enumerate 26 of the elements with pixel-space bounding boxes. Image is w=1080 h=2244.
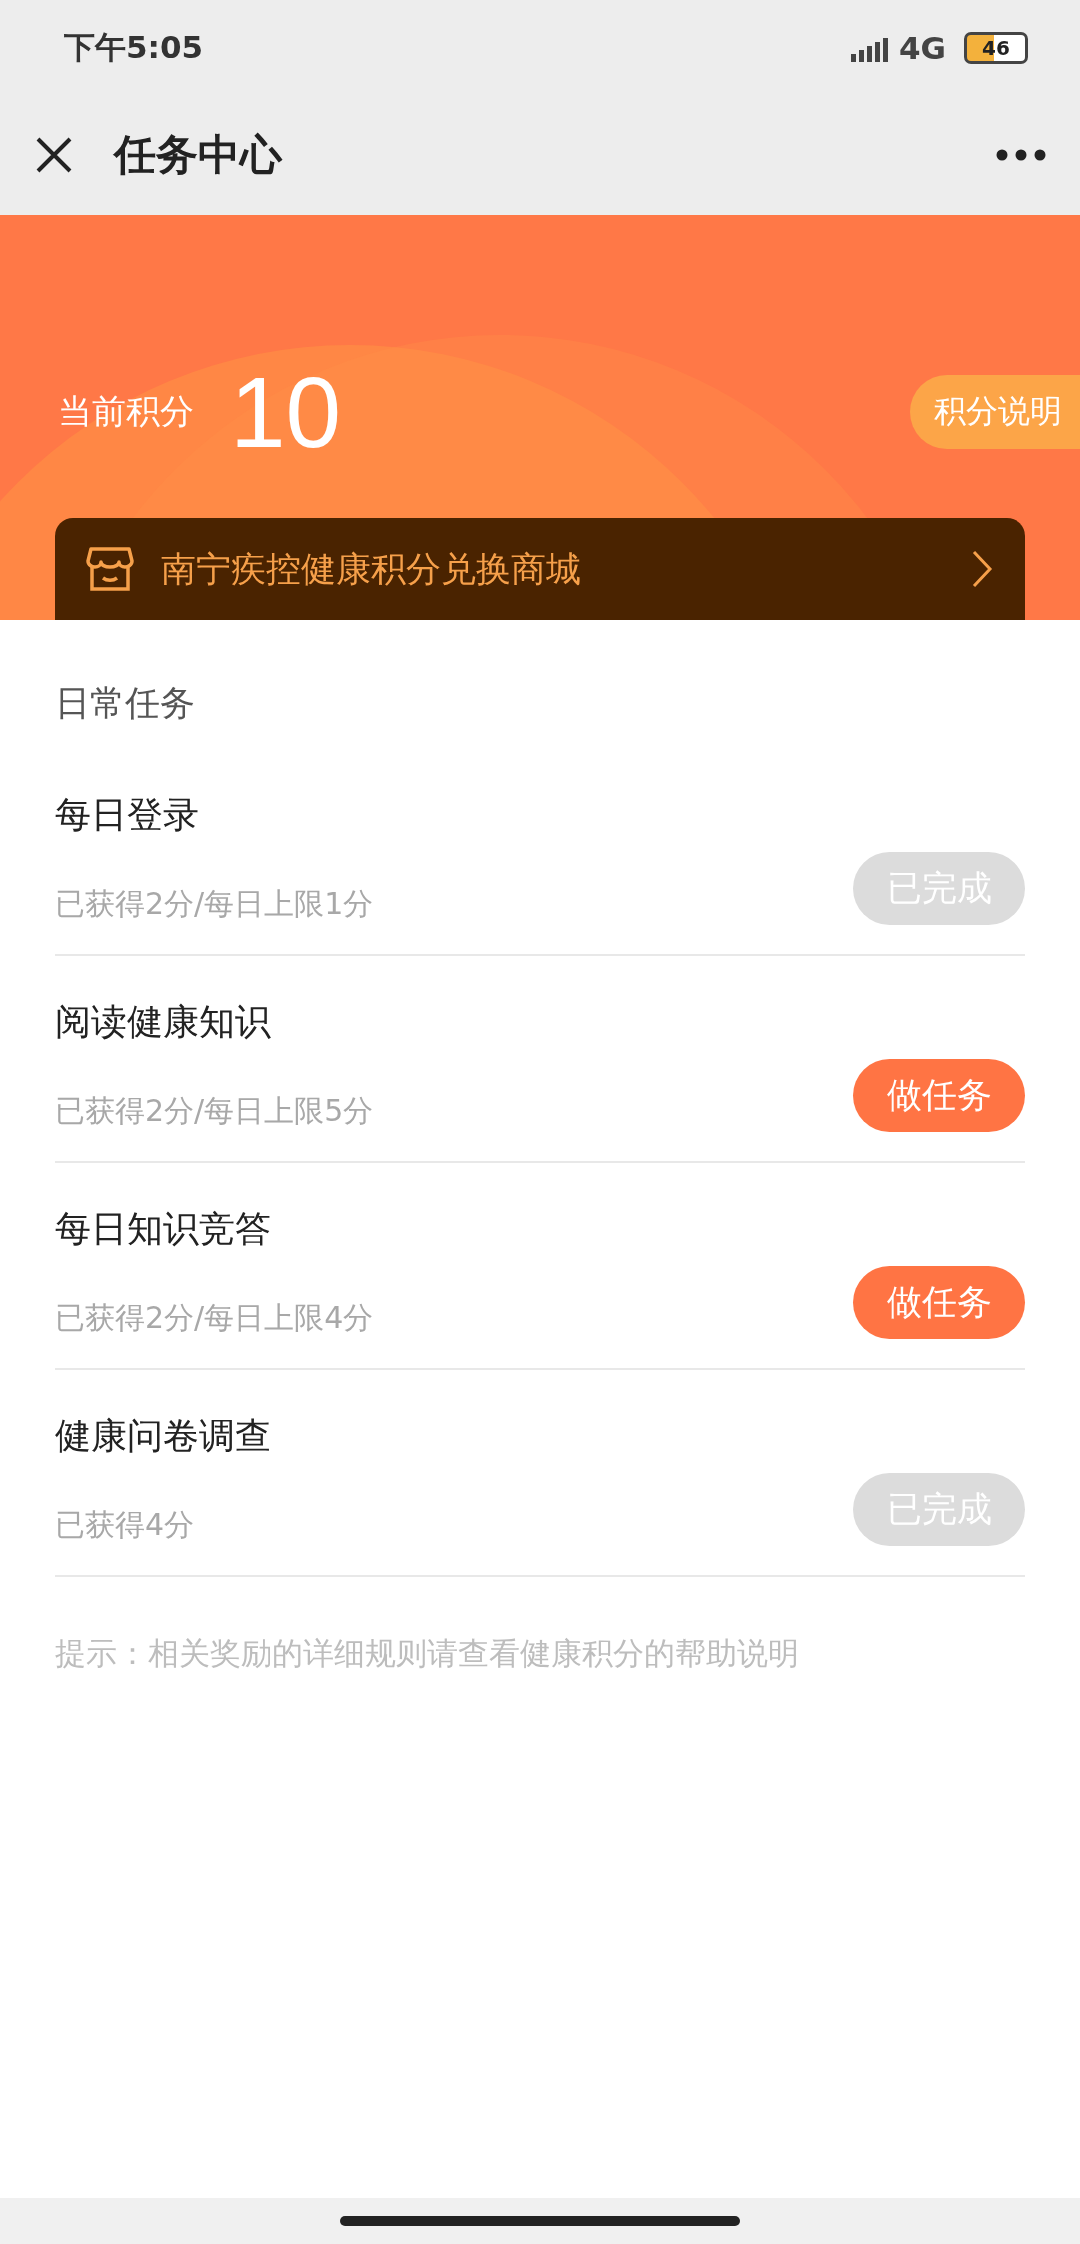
task-name: 健康问卷调查 [55, 1414, 271, 1458]
points-earned-text: 已获得4分 [55, 1506, 196, 1544]
do-task-button[interactable]: 做任务 [853, 1059, 1025, 1132]
points-earned-text: 已获得2分/每日上限4分 [55, 1299, 374, 1337]
status-time: 下午5:05 [64, 27, 204, 67]
points-label: 当前积分 [58, 390, 194, 433]
task-name: 每日知识竞答 [55, 1207, 272, 1251]
mall-label: 南宁疾控健康积分兑换商城 [161, 547, 582, 591]
section-title: 日常任务 [55, 682, 196, 725]
more-button[interactable] [996, 149, 1046, 161]
mall-link[interactable]: 南宁疾控健康积分兑换商城 [55, 518, 1025, 620]
chevron-right-icon [971, 549, 993, 589]
task-name: 每日登录 [55, 793, 200, 837]
store-icon [85, 545, 135, 593]
more-icon [996, 149, 1046, 161]
points-earned-text: 已获得2分/每日上限1分 [55, 885, 374, 923]
close-icon [34, 135, 74, 175]
do-task-button[interactable]: 做任务 [853, 1266, 1025, 1339]
page-title: 任务中心 [114, 129, 284, 181]
close-button[interactable] [34, 135, 74, 175]
tip-text: 提示：相关奖励的详细规则请查看健康积分的帮助说明 [55, 1634, 800, 1673]
task-name: 阅读健康知识 [55, 1000, 272, 1044]
points-earned-text: 已获得2分/每日上限5分 [55, 1092, 374, 1130]
points-help-button[interactable]: 积分说明 [910, 375, 1080, 449]
network-label: 4G [899, 29, 946, 66]
points-value: 10 [230, 362, 342, 462]
